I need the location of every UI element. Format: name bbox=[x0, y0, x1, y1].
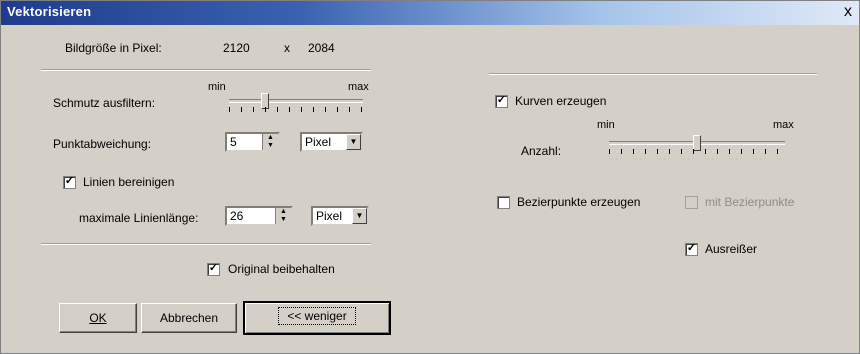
keep-original-checkbox[interactable]: ✓ bbox=[207, 262, 220, 276]
image-width-value: 2120 bbox=[223, 41, 250, 55]
image-size-separator: x bbox=[284, 41, 290, 55]
up-arrow-icon[interactable]: ▲ bbox=[276, 208, 291, 216]
less-button-label: << weniger bbox=[278, 307, 356, 325]
count-slider[interactable] bbox=[609, 135, 785, 157]
separator-top-right bbox=[489, 73, 817, 75]
create-curves-checkbox[interactable]: ✓ bbox=[495, 94, 508, 108]
down-arrow-icon[interactable]: ▼ bbox=[276, 216, 291, 224]
point-deviation-label: Punktabweichung: bbox=[53, 137, 152, 151]
point-deviation-spin-buttons[interactable]: ▲ ▼ bbox=[262, 134, 278, 150]
clean-lines-label: Linien bereinigen bbox=[83, 175, 175, 189]
count-slider-ticks bbox=[609, 149, 785, 154]
cancel-button-label: Abbrechen bbox=[159, 311, 219, 325]
smoothing-slider-track bbox=[229, 99, 363, 103]
outliers-checkbox[interactable]: ✓ bbox=[685, 242, 698, 256]
up-arrow-icon[interactable]: ▲ bbox=[263, 134, 278, 142]
bezier-extra-label: mit Bezierpunkte bbox=[705, 195, 795, 209]
close-icon[interactable]: x bbox=[839, 1, 857, 23]
chevron-down-icon[interactable]: ▼ bbox=[346, 134, 361, 150]
max-line-length-value: 26 bbox=[230, 209, 244, 223]
count-max-label: max bbox=[773, 119, 794, 131]
cancel-button[interactable]: Abbrechen bbox=[141, 303, 237, 333]
bezier-points-checkbox[interactable] bbox=[497, 196, 510, 209]
create-curves-label: Kurven erzeugen bbox=[515, 94, 607, 108]
smoothing-min-label: min bbox=[208, 81, 226, 93]
max-line-length-spin-buttons[interactable]: ▲ ▼ bbox=[275, 208, 291, 224]
dialog-window: Vektorisieren x Bildgröße in Pixel: 2120… bbox=[0, 0, 860, 354]
image-size-label: Bildgröße in Pixel: bbox=[65, 41, 162, 55]
title-bar[interactable]: Vektorisieren x bbox=[1, 1, 859, 25]
smoothing-slider[interactable] bbox=[229, 93, 363, 115]
count-min-label: min bbox=[597, 119, 615, 131]
max-line-length-unit-select[interactable]: Pixel ▼ bbox=[311, 206, 369, 226]
down-arrow-icon[interactable]: ▼ bbox=[263, 142, 278, 150]
max-line-length-unit-value: Pixel bbox=[316, 209, 343, 223]
smoothing-label: Schmutz ausfiltern: bbox=[53, 96, 156, 110]
check-mark-icon: ✓ bbox=[496, 94, 507, 106]
check-mark-icon: ✓ bbox=[64, 175, 75, 187]
smoothing-max-label: max bbox=[348, 81, 369, 93]
check-mark-icon: ✓ bbox=[686, 242, 697, 254]
outliers-label: Ausreißer bbox=[705, 242, 758, 256]
less-button[interactable]: << weniger bbox=[243, 301, 391, 335]
count-label: Anzahl: bbox=[521, 144, 562, 158]
bezier-points-label: Bezierpunkte erzeugen bbox=[517, 195, 641, 209]
bezier-extra-checkbox bbox=[685, 196, 698, 209]
keep-original-label: Original beibehalten bbox=[228, 262, 335, 276]
max-line-length-spinner[interactable]: 26 ▲ ▼ bbox=[225, 206, 293, 226]
window-title: Vektorisieren bbox=[7, 4, 92, 19]
separator-bottom-left bbox=[41, 243, 371, 245]
point-deviation-spinner[interactable]: 5 ▲ ▼ bbox=[225, 132, 280, 152]
separator-top-left bbox=[41, 69, 371, 71]
image-height-value: 2084 bbox=[308, 41, 335, 55]
clean-lines-checkbox[interactable]: ✓ bbox=[63, 175, 76, 189]
max-line-length-label: maximale Linienlänge: bbox=[79, 211, 199, 225]
ok-button[interactable]: OK bbox=[59, 303, 137, 333]
check-mark-icon: ✓ bbox=[208, 262, 219, 274]
chevron-down-icon[interactable]: ▼ bbox=[352, 208, 367, 224]
point-deviation-unit-value: Pixel bbox=[305, 135, 332, 149]
ok-button-label: OK bbox=[89, 311, 107, 325]
smoothing-slider-ticks bbox=[229, 107, 363, 112]
point-deviation-unit-select[interactable]: Pixel ▼ bbox=[300, 132, 363, 152]
point-deviation-value: 5 bbox=[230, 135, 237, 149]
